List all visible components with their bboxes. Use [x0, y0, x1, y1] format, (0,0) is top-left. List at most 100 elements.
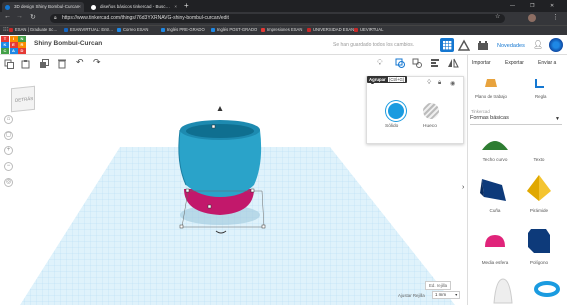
chevron-down-icon: ▼: [454, 293, 458, 297]
zoom-out-icon[interactable]: −: [4, 162, 13, 171]
novedades-button[interactable]: Novedades: [497, 43, 525, 49]
shape-techo-curvo[interactable]: Techo curvo: [472, 120, 518, 166]
view-cube[interactable]: DETRÁS: [11, 85, 35, 113]
polygon-icon: [528, 229, 550, 253]
height-handle[interactable]: [217, 106, 223, 111]
resize-handle[interactable]: [179, 224, 184, 229]
shape-poligono[interactable]: Polígono: [516, 223, 562, 269]
hole-button[interactable]: [423, 103, 439, 119]
tinkercad-favicon-icon: [5, 4, 10, 10]
shape-media-esfera[interactable]: Media esfera: [472, 223, 518, 269]
fit-view-icon[interactable]: ◻: [4, 131, 13, 140]
bricks-icon[interactable]: [477, 39, 489, 51]
logo-letter: R: [18, 42, 26, 48]
lightbulb-icon[interactable]: 💡︎: [427, 80, 431, 87]
shape-label: Texto: [533, 157, 545, 162]
3d-view-button[interactable]: [440, 38, 454, 52]
import-button[interactable]: Importar: [472, 60, 491, 66]
bookmark-item[interactable]: Inglés POST-GRADO: [210, 26, 257, 34]
mirror-icon[interactable]: [447, 58, 459, 68]
add-user-icon[interactable]: 👤︎: [533, 40, 543, 50]
bookmark-item[interactable]: ESAN | Graduate Sc…: [8, 26, 58, 34]
ruler-button[interactable]: Regla: [535, 94, 546, 99]
menu-icon[interactable]: ⋮: [552, 13, 559, 21]
tinkercad-logo[interactable]: T I N K E R C A D: [1, 36, 27, 54]
shape-cuna[interactable]: Cuña: [472, 171, 518, 217]
snap-grid-label: Ajustar Rejilla: [398, 293, 425, 298]
shape-paraboloid[interactable]: [480, 273, 526, 305]
url-text: https://www.tinkercad.com/things/76d3YXR…: [62, 15, 229, 21]
home-view-icon[interactable]: ⌂: [4, 115, 13, 124]
shape-label: Media esfera: [481, 260, 509, 265]
resize-handle[interactable]: [250, 188, 255, 193]
group-tooltip: Agrupar (Ctrl+G): [367, 76, 408, 83]
resize-handle[interactable]: [261, 224, 266, 229]
paste-icon[interactable]: [21, 59, 31, 69]
solid-color-button[interactable]: [388, 103, 404, 119]
logo-letter: T: [1, 36, 9, 42]
logo-letter: E: [9, 42, 18, 48]
tooltip-action: Agrupar: [369, 77, 386, 82]
user-avatar[interactable]: [549, 38, 563, 52]
browser-tab[interactable]: diseños básicos tinkercad - Busc… ×: [88, 2, 180, 12]
reload-icon[interactable]: ↻: [30, 13, 36, 21]
profile-avatar[interactable]: [528, 14, 536, 22]
export-button[interactable]: Exportar: [505, 60, 524, 66]
undo-icon[interactable]: ↶: [76, 57, 84, 68]
half-sphere-icon: [485, 235, 505, 247]
workplane-icon[interactable]: [484, 77, 498, 89]
maximize-button[interactable]: ❐: [530, 1, 534, 11]
snap-grid-value: 1 mm: [435, 292, 446, 297]
blocks-icon[interactable]: [458, 39, 470, 51]
close-window-button[interactable]: ✕: [550, 1, 554, 11]
resize-handle[interactable]: [185, 188, 190, 193]
shape-texto[interactable]: Texto: [516, 120, 562, 166]
bookmark-item[interactable]: Impresiones ESAN: [260, 26, 302, 34]
curved-roof-icon: [482, 141, 508, 150]
back-icon[interactable]: ←: [4, 13, 11, 20]
align-icon[interactable]: [430, 58, 440, 68]
workplane-button[interactable]: Plano de trabajo: [475, 94, 507, 99]
snap-grid-select[interactable]: 1 mm ▼: [432, 291, 460, 299]
shape-torus[interactable]: [524, 273, 567, 305]
star-icon[interactable]: ☆: [495, 13, 500, 20]
shape-piramide[interactable]: Pirámide: [516, 171, 562, 217]
logo-letter: D: [18, 48, 26, 54]
resize-handle[interactable]: [211, 124, 216, 129]
address-bar[interactable]: 🔒︎ https://www.tinkercad.com/things/76d3…: [50, 14, 505, 23]
minimize-button[interactable]: —: [510, 1, 515, 11]
collapse-panel-handle[interactable]: ›: [462, 184, 464, 191]
duplicate-icon[interactable]: [39, 59, 49, 69]
forward-icon[interactable]: →: [16, 13, 23, 20]
send-to-button[interactable]: Enviar a: [538, 60, 556, 66]
view-cube-face: DETRÁS: [15, 95, 34, 103]
resize-handle[interactable]: [207, 204, 212, 209]
delete-icon[interactable]: [57, 58, 67, 69]
close-tab-icon[interactable]: ×: [78, 2, 81, 12]
new-tab-button[interactable]: +: [184, 1, 189, 11]
browser-tab-active[interactable]: 3D design Shiny Bombul-Curcan ×: [2, 2, 84, 12]
bookmark-item[interactable]: UEVIRTUAL: [353, 26, 383, 34]
tab-title: 3D design Shiny Bombul-Curcan: [14, 4, 80, 9]
edit-grid-button[interactable]: Ed. rejilla: [425, 281, 452, 290]
bookmark-item[interactable]: UNIVERSIDAD ESAN: [306, 26, 354, 34]
close-tab-icon[interactable]: ×: [174, 2, 177, 12]
ruler-icon[interactable]: [534, 77, 546, 89]
bookmark-item[interactable]: Correo ESAN: [116, 26, 148, 34]
pot-shape[interactable]: [178, 130, 262, 197]
group-icon[interactable]: [395, 58, 405, 68]
logo-letter: I: [9, 36, 18, 42]
zoom-in-icon[interactable]: +: [4, 146, 13, 155]
lock-icon[interactable]: 🔒︎: [438, 80, 441, 87]
bookmark-item[interactable]: ESANVIRTUAL: Entr…: [63, 26, 113, 34]
ungroup-icon[interactable]: [412, 58, 422, 68]
pin-icon[interactable]: ◉: [450, 80, 455, 87]
redo-icon[interactable]: ↷: [93, 57, 101, 68]
perspective-icon[interactable]: ◎: [4, 178, 13, 187]
copy-icon[interactable]: [4, 59, 14, 69]
tab-title: diseños básicos tinkercad - Busc…: [100, 4, 171, 9]
bookmark-item[interactable]: Inglés PRE-GRADO: [160, 26, 205, 34]
google-favicon-icon: [91, 4, 96, 10]
design-title[interactable]: Shiny Bombul-Curcan: [34, 40, 102, 47]
notes-icon[interactable]: 💡︎: [377, 58, 383, 68]
